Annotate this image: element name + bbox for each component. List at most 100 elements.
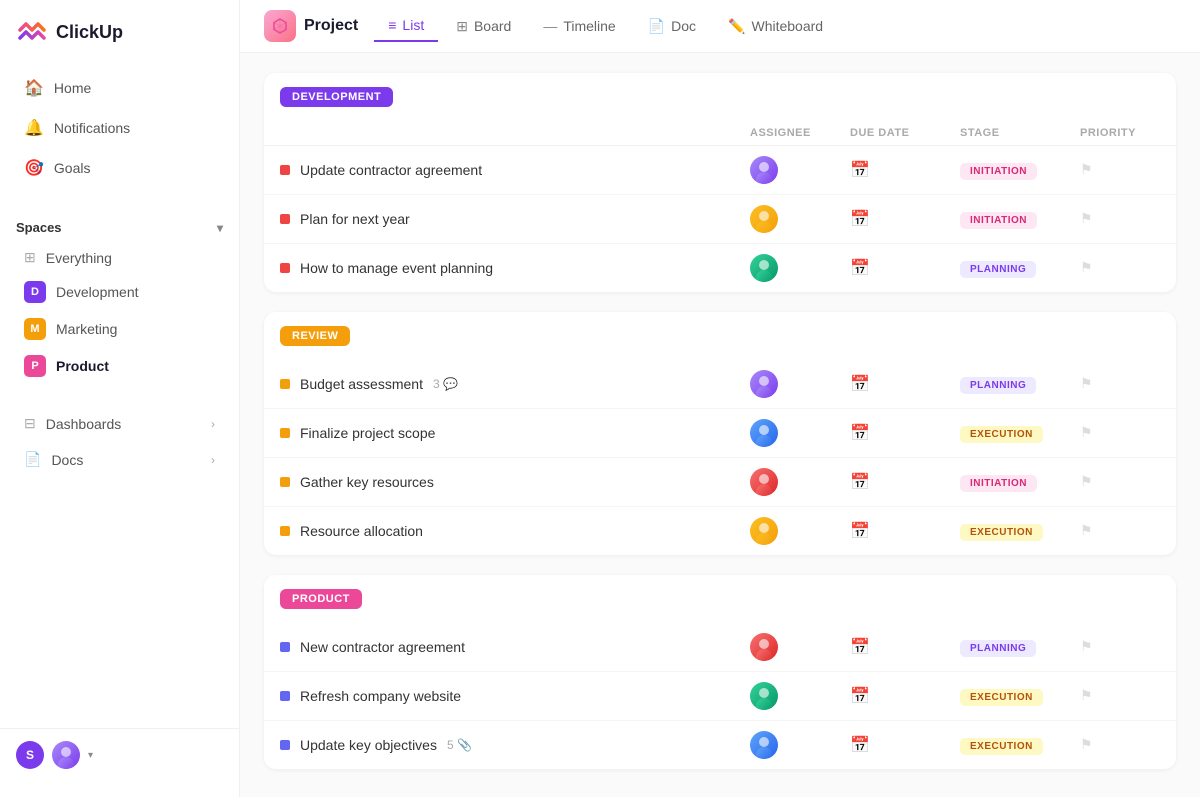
assignee-avatar (750, 731, 778, 759)
stage-badge: INITIATION (960, 475, 1037, 492)
development-badge: DEVELOPMENT (280, 87, 393, 107)
assignee-avatar (750, 468, 778, 496)
task-name: Refresh company website (280, 688, 750, 704)
tab-whiteboard-label: Whiteboard (751, 18, 823, 34)
task-dot (280, 428, 290, 438)
task-name: Plan for next year (280, 211, 750, 227)
sidebar-item-home-label: Home (54, 80, 91, 96)
assignee-avatar (750, 156, 778, 184)
logo[interactable]: ClickUp (0, 16, 239, 68)
flag-icon: ⚑ (1080, 687, 1093, 703)
task-name: Finalize project scope (280, 425, 750, 441)
calendar-icon: 📅 (850, 639, 870, 656)
task-row[interactable]: Refresh company website 📅 EXECUTION ⚑ (264, 672, 1176, 721)
tab-doc-label: Doc (671, 18, 696, 34)
task-row[interactable]: New contractor agreement 📅 PLANNING ⚑ (264, 623, 1176, 672)
stage-badge: PLANNING (960, 261, 1036, 278)
task-name: New contractor agreement (280, 639, 750, 655)
sidebar-item-docs[interactable]: 📄 Docs › (8, 442, 231, 477)
sidebar-item-home[interactable]: 🏠 Home (8, 69, 231, 107)
assignee-avatar (750, 633, 778, 661)
sidebar-item-product[interactable]: P Product (8, 348, 231, 384)
flag-icon: ⚑ (1080, 210, 1093, 226)
list-icon: ≡ (388, 17, 396, 33)
assignee-avatar (750, 370, 778, 398)
task-row[interactable]: How to manage event planning 📅 PLANNING … (264, 244, 1176, 292)
task-dot (280, 263, 290, 273)
flag-icon: ⚑ (1080, 424, 1093, 440)
top-navigation: Project ≡ List ⊞ Board — Timeline 📄 Doc … (240, 0, 1200, 53)
spaces-section-header[interactable]: Spaces ▾ (0, 204, 239, 241)
sidebar-item-dashboards[interactable]: ⊟ Dashboards › (8, 406, 231, 441)
group-product: PRODUCT New contractor agreement 📅 PLANN… (264, 575, 1176, 769)
stage-badge: EXECUTION (960, 689, 1043, 706)
stage-badge: PLANNING (960, 377, 1036, 394)
task-row[interactable]: Gather key resources 📅 INITIATION ⚑ (264, 458, 1176, 507)
tab-list-label: List (402, 17, 424, 33)
marketing-avatar: M (24, 318, 46, 340)
stage-header: STAGE (960, 127, 1080, 139)
tab-whiteboard[interactable]: ✏️ Whiteboard (714, 11, 837, 42)
sidebar-item-everything[interactable]: ⊞ Everything (8, 242, 231, 273)
product-avatar: P (24, 355, 46, 377)
main-content: Project ≡ List ⊞ Board — Timeline 📄 Doc … (240, 0, 1200, 797)
tab-timeline[interactable]: — Timeline (529, 11, 629, 41)
stage-badge: INITIATION (960, 163, 1037, 180)
grid-icon: ⊞ (24, 249, 36, 266)
tab-timeline-label: Timeline (563, 18, 615, 34)
sidebar-item-notifications-label: Notifications (54, 120, 130, 136)
task-row[interactable]: Update key objectives 5 📎 📅 EXECUTION ⚑ (264, 721, 1176, 769)
group-review-header: REVIEW (264, 312, 1176, 360)
table-header-development: ASSIGNEE DUE DATE STAGE PRIORITY (264, 121, 1176, 146)
stage-badge: PLANNING (960, 640, 1036, 657)
marketing-label: Marketing (56, 321, 117, 337)
docs-chevron-icon: › (211, 453, 215, 467)
due-date-header: DUE DATE (850, 127, 960, 139)
doc-icon: 📄 (648, 18, 665, 35)
development-label: Development (56, 284, 139, 300)
task-name: How to manage event planning (280, 260, 750, 276)
group-development-header: DEVELOPMENT (264, 73, 1176, 121)
task-extra: 5 📎 (447, 738, 472, 752)
dashboards-label: Dashboards (46, 416, 122, 432)
sidebar-item-development[interactable]: D Development (8, 274, 231, 310)
task-row[interactable]: Resource allocation 📅 EXECUTION ⚑ (264, 507, 1176, 555)
task-dot (280, 691, 290, 701)
tab-board[interactable]: ⊞ Board (442, 11, 525, 42)
tab-doc[interactable]: 📄 Doc (634, 11, 710, 42)
user-profile[interactable]: S ▾ (16, 741, 223, 769)
flag-icon: ⚑ (1080, 473, 1093, 489)
sidebar-item-notifications[interactable]: 🔔 Notifications (8, 109, 231, 147)
assignee-header: ASSIGNEE (750, 127, 850, 139)
sidebar-item-goals[interactable]: 🎯 Goals (8, 149, 231, 187)
calendar-icon: 📅 (850, 211, 870, 228)
stage-badge: INITIATION (960, 212, 1037, 229)
task-name: Update key objectives 5 📎 (280, 737, 750, 753)
dashboards-chevron-icon: › (211, 417, 215, 431)
task-row[interactable]: Budget assessment 3 💬 📅 PLANNING ⚑ (264, 360, 1176, 409)
task-row[interactable]: Update contractor agreement 📅 INITIATION… (264, 146, 1176, 195)
bell-icon: 🔔 (24, 118, 44, 138)
home-icon: 🏠 (24, 78, 44, 98)
sidebar-item-marketing[interactable]: M Marketing (8, 311, 231, 347)
goals-icon: 🎯 (24, 158, 44, 178)
task-row[interactable]: Plan for next year 📅 INITIATION ⚑ (264, 195, 1176, 244)
stage-badge: EXECUTION (960, 738, 1043, 755)
task-extra: 3 💬 (433, 377, 458, 391)
review-badge: REVIEW (280, 326, 350, 346)
group-review: REVIEW Budget assessment 3 💬 📅 PLANNING … (264, 312, 1176, 555)
everything-label: Everything (46, 250, 112, 266)
project-icon (264, 10, 296, 42)
product-label: Product (56, 358, 109, 374)
calendar-icon: 📅 (850, 376, 870, 393)
project-cube-icon (271, 17, 289, 35)
group-development: DEVELOPMENT ASSIGNEE DUE DATE STAGE PRIO… (264, 73, 1176, 292)
flag-icon: ⚑ (1080, 522, 1093, 538)
sidebar: ClickUp 🏠 Home 🔔 Notifications 🎯 Goals S… (0, 0, 240, 797)
tab-list[interactable]: ≡ List (374, 10, 438, 42)
dashboards-icon: ⊟ (24, 415, 36, 432)
task-dot (280, 214, 290, 224)
whiteboard-icon: ✏️ (728, 18, 745, 35)
task-row[interactable]: Finalize project scope 📅 EXECUTION ⚑ (264, 409, 1176, 458)
docs-label: Docs (51, 452, 83, 468)
